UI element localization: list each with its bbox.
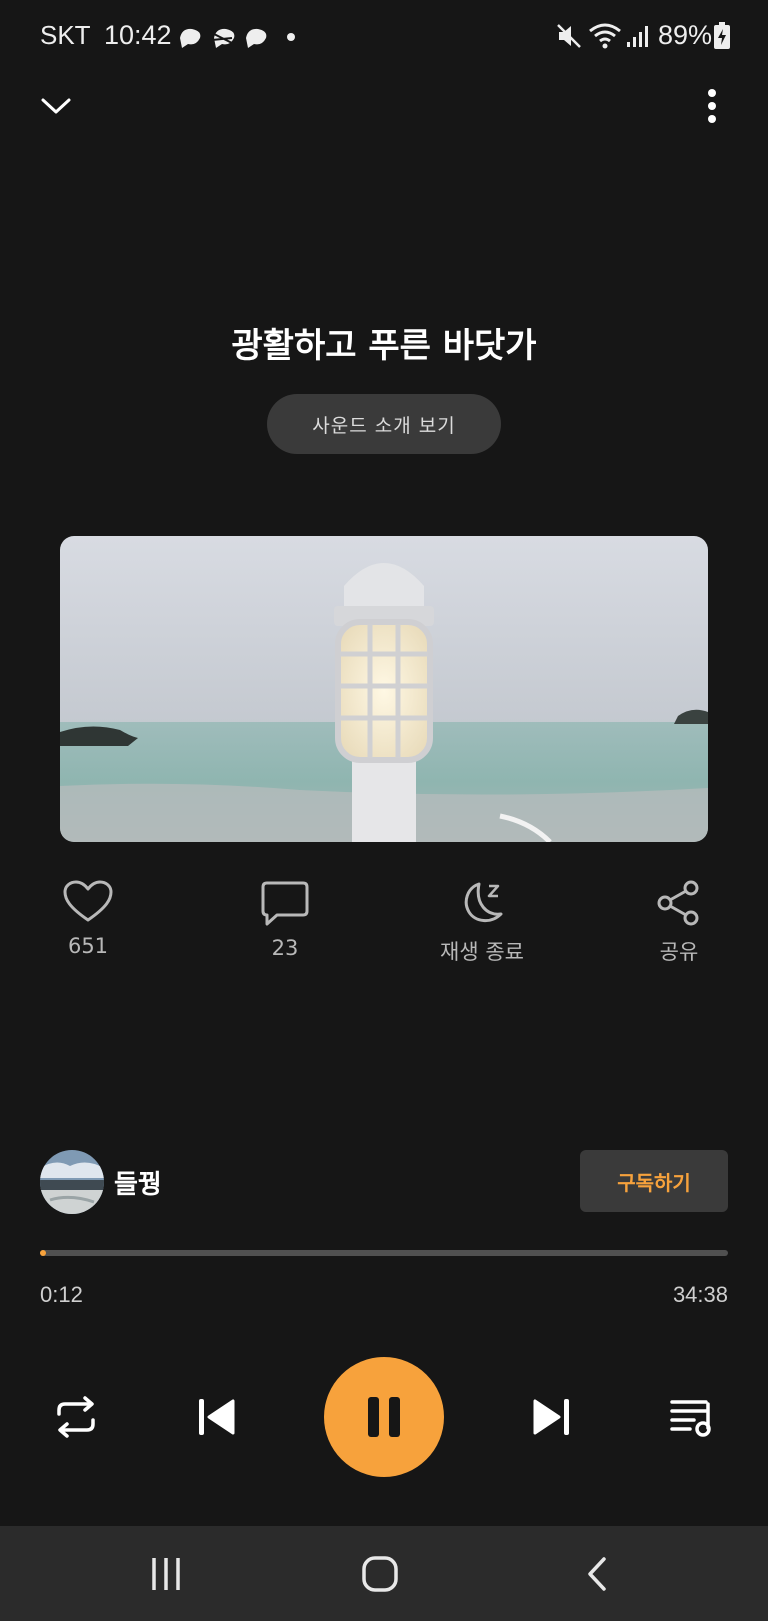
weather-icon bbox=[180, 28, 267, 48]
home-icon[interactable] bbox=[350, 1546, 410, 1602]
track-artwork bbox=[60, 536, 708, 842]
comment-count: 23 bbox=[271, 936, 299, 960]
repeat-icon[interactable] bbox=[46, 1387, 106, 1447]
comment-icon bbox=[261, 881, 309, 926]
more-vertical-icon[interactable] bbox=[692, 86, 732, 126]
dot-icon bbox=[287, 33, 295, 41]
author-avatar[interactable] bbox=[40, 1150, 104, 1214]
share-button[interactable]: 공유 bbox=[604, 880, 754, 966]
progress-fill bbox=[40, 1250, 46, 1256]
subscribe-button[interactable]: 구독하기 bbox=[580, 1150, 728, 1212]
heart-icon bbox=[63, 880, 113, 922]
pause-button[interactable] bbox=[324, 1357, 444, 1477]
next-icon[interactable] bbox=[522, 1387, 582, 1447]
wifi-icon bbox=[589, 23, 621, 49]
chevron-down-icon[interactable] bbox=[36, 86, 76, 126]
sleep-timer-button[interactable]: 재생 종료 bbox=[407, 880, 557, 966]
system-nav-bar bbox=[0, 1526, 768, 1621]
sleep-timer-label: 재생 종료 bbox=[440, 940, 524, 964]
elapsed-time: 0:12 bbox=[40, 1282, 83, 1307]
mute-icon bbox=[557, 24, 581, 48]
progress-bar[interactable] bbox=[40, 1250, 728, 1256]
back-icon[interactable] bbox=[566, 1546, 626, 1602]
like-count: 651 bbox=[67, 934, 109, 958]
sound-intro-button[interactable]: 사운드 소개 보기 bbox=[267, 394, 501, 454]
comment-button[interactable]: 23 bbox=[210, 880, 360, 960]
battery-percent: 89% bbox=[658, 20, 713, 50]
clock: 10:42 bbox=[104, 20, 172, 50]
playlist-icon[interactable] bbox=[662, 1387, 722, 1447]
track-title: 광활하고 푸른 바닷가 bbox=[231, 326, 537, 366]
pause-icon bbox=[368, 1397, 400, 1437]
author-name[interactable]: 들꿩 bbox=[114, 1164, 162, 1201]
share-icon bbox=[657, 880, 699, 926]
like-button[interactable]: 651 bbox=[13, 880, 163, 958]
previous-icon[interactable] bbox=[186, 1387, 246, 1447]
carrier-label: SKT bbox=[40, 20, 91, 50]
total-duration: 34:38 bbox=[672, 1282, 728, 1307]
status-bar: SKT 10:42 89% bbox=[0, 0, 768, 72]
recent-apps-icon[interactable] bbox=[136, 1546, 196, 1602]
share-label: 공유 bbox=[659, 940, 699, 964]
signal-icon bbox=[627, 26, 648, 47]
battery-charging-icon bbox=[714, 22, 730, 49]
moon-icon bbox=[464, 882, 503, 922]
